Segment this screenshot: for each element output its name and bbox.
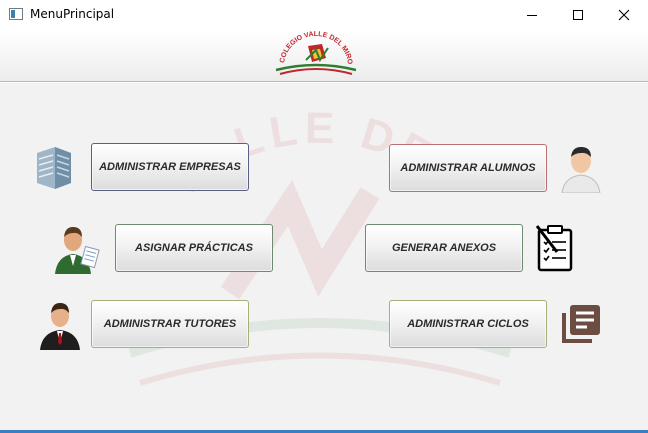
tutor-icon [40, 303, 80, 350]
minimize-icon [527, 14, 537, 16]
administrar-alumnos-button[interactable]: ADMINISTRAR ALUMNOS [389, 144, 547, 192]
main-content: VALLE DEL ADMINISTRAR EMPRESAS ADMINISTR… [0, 83, 648, 431]
close-button[interactable] [601, 0, 647, 30]
generar-anexos-button[interactable]: GENERAR ANEXOS [365, 224, 523, 272]
header-band: COLEGIO VALLE DEL MIRO [0, 30, 648, 82]
close-icon [618, 9, 630, 21]
books-icon [562, 305, 600, 343]
maximize-icon [573, 10, 583, 20]
worker-icon [55, 227, 100, 274]
administrar-tutores-button[interactable]: ADMINISTRAR TUTORES [91, 300, 249, 348]
administrar-ciclos-button[interactable]: ADMINISTRAR CICLOS [389, 300, 547, 348]
maximize-button[interactable] [555, 0, 601, 30]
student-icon [561, 147, 601, 193]
clipboard-icon [535, 225, 573, 272]
administrar-empresas-button[interactable]: ADMINISTRAR EMPRESAS [91, 143, 249, 191]
title-bar: MenuPrincipal [0, 0, 648, 30]
window-title: MenuPrincipal [30, 7, 115, 21]
asignar-practicas-button[interactable]: ASIGNAR PRÁCTICAS [115, 224, 273, 272]
building-icon [37, 147, 71, 189]
app-icon [9, 8, 23, 20]
school-logo: COLEGIO VALLE DEL MIRO [275, 31, 357, 75]
minimize-button[interactable] [509, 0, 555, 30]
